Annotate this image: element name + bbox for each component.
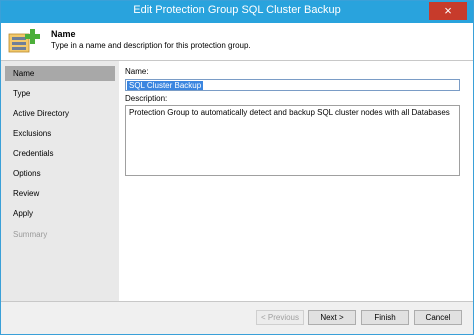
sidebar-item-summary: Summary: [13, 230, 48, 239]
sidebar-item-name[interactable]: Name: [5, 66, 115, 81]
wizard-steps-sidebar: Name Type Active Directory Exclusions Cr…: [1, 61, 119, 301]
previous-button: < Previous: [256, 310, 304, 325]
wizard-window: Edit Protection Group SQL Cluster Backup…: [0, 0, 474, 335]
sidebar-item-active-directory[interactable]: Active Directory: [5, 106, 115, 121]
name-field[interactable]: SQL Cluster Backup: [125, 79, 460, 91]
sidebar-item-credentials[interactable]: Credentials: [5, 146, 115, 161]
cancel-button[interactable]: Cancel: [414, 310, 462, 325]
close-button[interactable]: ×: [429, 2, 467, 20]
step-title: Name: [51, 29, 76, 39]
name-label: Name:: [125, 67, 149, 76]
finish-button[interactable]: Finish: [361, 310, 409, 325]
sidebar-item-review[interactable]: Review: [5, 186, 115, 201]
title-bar[interactable]: Edit Protection Group SQL Cluster Backup…: [1, 1, 473, 23]
wizard-footer: < Previous Next > Finish Cancel: [1, 302, 473, 334]
sidebar-item-exclusions[interactable]: Exclusions: [5, 126, 115, 141]
description-label: Description:: [125, 94, 168, 103]
window-title: Edit Protection Group SQL Cluster Backup: [133, 4, 341, 16]
description-field[interactable]: Protection Group to automatically detect…: [125, 105, 460, 176]
close-icon: ×: [444, 3, 452, 18]
name-field-value: SQL Cluster Backup: [127, 81, 204, 90]
protection-group-add-icon: [8, 29, 40, 53]
sidebar-item-type[interactable]: Type: [5, 86, 115, 101]
step-description: Type in a name and description for this …: [51, 41, 251, 50]
step-content: Name: SQL Cluster Backup Description: Pr…: [119, 61, 473, 301]
sidebar-item-options[interactable]: Options: [5, 166, 115, 181]
next-button[interactable]: Next >: [308, 310, 356, 325]
sidebar-item-apply[interactable]: Apply: [5, 206, 115, 221]
step-header: Name Type in a name and description for …: [1, 23, 473, 60]
